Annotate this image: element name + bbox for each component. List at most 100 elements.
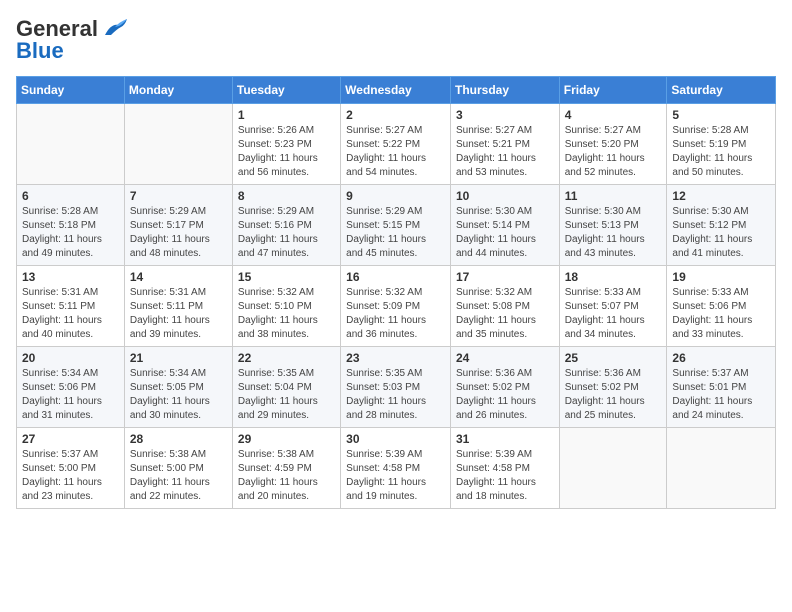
day-number: 22 (238, 351, 335, 365)
day-info: Sunrise: 5:30 AM Sunset: 5:13 PM Dayligh… (565, 205, 662, 261)
day-number: 10 (456, 189, 554, 203)
day-info: Sunrise: 5:30 AM Sunset: 5:12 PM Dayligh… (672, 205, 770, 261)
calendar-cell: 27 Sunrise: 5:37 AM Sunset: 5:00 PM Dayli… (17, 428, 125, 509)
day-number: 18 (565, 270, 662, 284)
day-number: 23 (346, 351, 445, 365)
day-number: 6 (22, 189, 119, 203)
calendar-cell: 19 Sunrise: 5:33 AM Sunset: 5:06 PM Dayli… (667, 266, 776, 347)
logo: General Blue (16, 16, 129, 64)
day-number: 9 (346, 189, 445, 203)
day-number: 2 (346, 108, 445, 122)
header-thursday: Thursday (450, 77, 559, 104)
day-info: Sunrise: 5:33 AM Sunset: 5:07 PM Dayligh… (565, 286, 662, 342)
day-number: 28 (130, 432, 227, 446)
day-number: 19 (672, 270, 770, 284)
day-info: Sunrise: 5:36 AM Sunset: 5:02 PM Dayligh… (565, 367, 662, 423)
day-info: Sunrise: 5:31 AM Sunset: 5:11 PM Dayligh… (130, 286, 227, 342)
day-number: 16 (346, 270, 445, 284)
day-number: 3 (456, 108, 554, 122)
day-info: Sunrise: 5:38 AM Sunset: 5:00 PM Dayligh… (130, 448, 227, 504)
day-info: Sunrise: 5:37 AM Sunset: 5:00 PM Dayligh… (22, 448, 119, 504)
calendar-cell: 4Sunrise: 5:27 AM Sunset: 5:20 PM Daylig… (559, 104, 667, 185)
calendar-cell: 3 Sunrise: 5:27 AM Sunset: 5:21 PM Daylig… (450, 104, 559, 185)
header-sunday: Sunday (17, 77, 125, 104)
calendar-cell: 12 Sunrise: 5:30 AM Sunset: 5:12 PM Dayli… (667, 185, 776, 266)
day-info: Sunrise: 5:29 AM Sunset: 5:15 PM Dayligh… (346, 205, 445, 261)
calendar-cell (559, 428, 667, 509)
day-info: Sunrise: 5:26 AM Sunset: 5:23 PM Dayligh… (238, 124, 335, 180)
calendar-cell: 15 Sunrise: 5:32 AM Sunset: 5:10 PM Dayli… (232, 266, 340, 347)
day-number: 15 (238, 270, 335, 284)
day-info: Sunrise: 5:34 AM Sunset: 5:06 PM Dayligh… (22, 367, 119, 423)
logo-bird-icon (101, 17, 129, 39)
day-info: Sunrise: 5:32 AM Sunset: 5:10 PM Dayligh… (238, 286, 335, 342)
day-info: Sunrise: 5:29 AM Sunset: 5:16 PM Dayligh… (238, 205, 335, 261)
calendar-cell: 21 Sunrise: 5:34 AM Sunset: 5:05 PM Dayli… (124, 347, 232, 428)
calendar-cell (17, 104, 125, 185)
day-info: Sunrise: 5:36 AM Sunset: 5:02 PM Dayligh… (456, 367, 554, 423)
day-number: 7 (130, 189, 227, 203)
day-info: Sunrise: 5:28 AM Sunset: 5:19 PM Dayligh… (672, 124, 770, 180)
day-number: 29 (238, 432, 335, 446)
calendar-cell: 31Sunrise: 5:39 AM Sunset: 4:58 PM Dayli… (450, 428, 559, 509)
day-info: Sunrise: 5:27 AM Sunset: 5:22 PM Dayligh… (346, 124, 445, 180)
day-number: 20 (22, 351, 119, 365)
day-info: Sunrise: 5:38 AM Sunset: 4:59 PM Dayligh… (238, 448, 335, 504)
logo-text-blue: Blue (16, 38, 64, 64)
day-number: 27 (22, 432, 119, 446)
day-info: Sunrise: 5:28 AM Sunset: 5:18 PM Dayligh… (22, 205, 119, 261)
week-row-1: 1Sunrise: 5:26 AM Sunset: 5:23 PM Daylig… (17, 104, 776, 185)
calendar-cell: 30 Sunrise: 5:39 AM Sunset: 4:58 PM Dayli… (341, 428, 451, 509)
day-info: Sunrise: 5:31 AM Sunset: 5:11 PM Dayligh… (22, 286, 119, 342)
calendar-cell (124, 104, 232, 185)
day-info: Sunrise: 5:35 AM Sunset: 5:04 PM Dayligh… (238, 367, 335, 423)
week-row-2: 6 Sunrise: 5:28 AM Sunset: 5:18 PM Daylig… (17, 185, 776, 266)
week-row-4: 20 Sunrise: 5:34 AM Sunset: 5:06 PM Dayli… (17, 347, 776, 428)
calendar-cell: 1Sunrise: 5:26 AM Sunset: 5:23 PM Daylig… (232, 104, 340, 185)
calendar-cell: 16 Sunrise: 5:32 AM Sunset: 5:09 PM Dayli… (341, 266, 451, 347)
day-number: 13 (22, 270, 119, 284)
calendar-cell: 25 Sunrise: 5:36 AM Sunset: 5:02 PM Dayli… (559, 347, 667, 428)
day-number: 17 (456, 270, 554, 284)
calendar-cell: 23 Sunrise: 5:35 AM Sunset: 5:03 PM Dayli… (341, 347, 451, 428)
day-info: Sunrise: 5:37 AM Sunset: 5:01 PM Dayligh… (672, 367, 770, 423)
day-info: Sunrise: 5:34 AM Sunset: 5:05 PM Dayligh… (130, 367, 227, 423)
week-row-5: 27 Sunrise: 5:37 AM Sunset: 5:00 PM Dayli… (17, 428, 776, 509)
calendar-cell: 29 Sunrise: 5:38 AM Sunset: 4:59 PM Dayli… (232, 428, 340, 509)
day-number: 30 (346, 432, 445, 446)
calendar-cell: 24 Sunrise: 5:36 AM Sunset: 5:02 PM Dayli… (450, 347, 559, 428)
day-info: Sunrise: 5:32 AM Sunset: 5:08 PM Dayligh… (456, 286, 554, 342)
day-info: Sunrise: 5:39 AM Sunset: 4:58 PM Dayligh… (346, 448, 445, 504)
calendar-cell: 18 Sunrise: 5:33 AM Sunset: 5:07 PM Dayli… (559, 266, 667, 347)
day-number: 12 (672, 189, 770, 203)
calendar-cell: 20 Sunrise: 5:34 AM Sunset: 5:06 PM Dayli… (17, 347, 125, 428)
calendar-cell: 26 Sunrise: 5:37 AM Sunset: 5:01 PM Dayli… (667, 347, 776, 428)
calendar-cell: 7Sunrise: 5:29 AM Sunset: 5:17 PM Daylig… (124, 185, 232, 266)
day-number: 21 (130, 351, 227, 365)
calendar-cell: 6 Sunrise: 5:28 AM Sunset: 5:18 PM Daylig… (17, 185, 125, 266)
day-info: Sunrise: 5:32 AM Sunset: 5:09 PM Dayligh… (346, 286, 445, 342)
calendar-cell: 11 Sunrise: 5:30 AM Sunset: 5:13 PM Dayli… (559, 185, 667, 266)
calendar-cell: 13 Sunrise: 5:31 AM Sunset: 5:11 PM Dayli… (17, 266, 125, 347)
day-number: 11 (565, 189, 662, 203)
calendar-cell: 5 Sunrise: 5:28 AM Sunset: 5:19 PM Daylig… (667, 104, 776, 185)
header-monday: Monday (124, 77, 232, 104)
calendar-cell (667, 428, 776, 509)
day-info: Sunrise: 5:35 AM Sunset: 5:03 PM Dayligh… (346, 367, 445, 423)
day-number: 25 (565, 351, 662, 365)
calendar-cell: 8Sunrise: 5:29 AM Sunset: 5:16 PM Daylig… (232, 185, 340, 266)
header-wednesday: Wednesday (341, 77, 451, 104)
day-number: 5 (672, 108, 770, 122)
header-saturday: Saturday (667, 77, 776, 104)
day-info: Sunrise: 5:33 AM Sunset: 5:06 PM Dayligh… (672, 286, 770, 342)
header-friday: Friday (559, 77, 667, 104)
calendar-cell: 10Sunrise: 5:30 AM Sunset: 5:14 PM Dayli… (450, 185, 559, 266)
day-info: Sunrise: 5:39 AM Sunset: 4:58 PM Dayligh… (456, 448, 554, 504)
day-number: 24 (456, 351, 554, 365)
calendar-cell: 14Sunrise: 5:31 AM Sunset: 5:11 PM Dayli… (124, 266, 232, 347)
week-row-3: 13 Sunrise: 5:31 AM Sunset: 5:11 PM Dayli… (17, 266, 776, 347)
header-tuesday: Tuesday (232, 77, 340, 104)
day-info: Sunrise: 5:27 AM Sunset: 5:21 PM Dayligh… (456, 124, 554, 180)
calendar-cell: 2 Sunrise: 5:27 AM Sunset: 5:22 PM Daylig… (341, 104, 451, 185)
day-number: 26 (672, 351, 770, 365)
